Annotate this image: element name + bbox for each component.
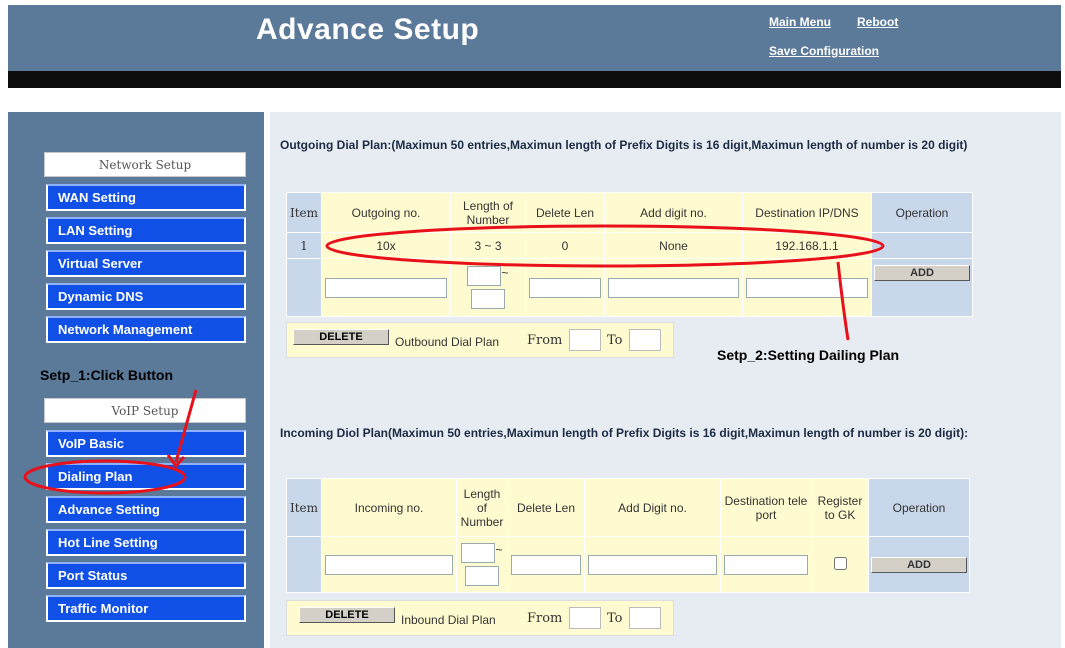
outgoing-header-operation: Operation — [871, 192, 973, 233]
outgoing-length-max-input[interactable] — [471, 289, 505, 309]
voip-setup-heading: VoIP Setup — [44, 398, 246, 423]
outbound-from-label: From — [527, 333, 563, 348]
step1-annotation: Setp_1:Click Button — [40, 367, 174, 383]
outgoing-add-digit-input[interactable] — [608, 277, 739, 298]
sidebar-item-lan-setting[interactable]: LAN Setting — [46, 217, 246, 244]
incoming-add-digit-input[interactable] — [588, 554, 717, 575]
main-content: Outgoing Dial Plan:(Maximun 50 entries,M… — [270, 112, 1061, 648]
inbound-dial-plan-label: Inbound Dial Plan — [401, 613, 496, 627]
outgoing-new-item — [286, 258, 322, 317]
inbound-delete-button[interactable]: DELETE — [299, 607, 395, 623]
incoming-header-item: Item — [286, 478, 322, 537]
incoming-add-button[interactable]: ADD — [871, 556, 967, 573]
outgoing-description: Outgoing Dial Plan:(Maximun 50 entries,M… — [280, 138, 968, 152]
incoming-length-max-input[interactable] — [465, 566, 499, 586]
outbound-from-input[interactable] — [569, 329, 601, 351]
outgoing-delete-len-input[interactable] — [529, 277, 601, 298]
sidebar-item-network-management[interactable]: Network Management — [46, 316, 246, 343]
outgoing-number-input[interactable] — [325, 277, 447, 298]
outgoing-row-number: 10x — [321, 232, 451, 259]
incoming-number-input[interactable] — [325, 554, 453, 575]
incoming-new-item — [286, 536, 322, 593]
incoming-new-add-cell — [584, 536, 721, 593]
outgoing-new-add-cell — [604, 258, 743, 317]
outbound-to-input[interactable] — [629, 329, 661, 351]
page-title: Advance Setup — [256, 13, 480, 46]
incoming-length-min-input[interactable] — [461, 543, 496, 563]
outgoing-header-number: Outgoing no. — [321, 192, 451, 233]
outgoing-new-operation-cell: ADD — [871, 258, 973, 317]
sidebar-item-port-status[interactable]: Port Status — [46, 562, 246, 589]
incoming-new-number-cell — [321, 536, 457, 593]
page-header: Advance Setup Main Menu Reboot Save Conf… — [8, 5, 1061, 71]
outgoing-row-delete-len: 0 — [525, 232, 605, 259]
incoming-header-destination: Destination tele port — [720, 478, 812, 537]
outbound-to-label: To — [607, 333, 623, 348]
outgoing-plan-table: Item Outgoing no. Length of Number Delet… — [286, 192, 973, 317]
tilde-separator: ~ — [501, 266, 509, 280]
inbound-to-input[interactable] — [629, 607, 661, 629]
sidebar-item-hot-line-setting[interactable]: Hot Line Setting — [46, 529, 246, 556]
incoming-header-add-digit: Add Digit no. — [584, 478, 721, 537]
outgoing-row-operation — [871, 232, 973, 259]
outgoing-add-button[interactable]: ADD — [874, 265, 970, 281]
sidebar-item-traffic-monitor[interactable]: Traffic Monitor — [46, 595, 246, 622]
incoming-description: Incoming Diol Plan(Maximun 50 entries,Ma… — [280, 426, 969, 440]
incoming-new-operation-cell: ADD — [868, 536, 970, 593]
outgoing-row-item: 1 — [286, 232, 322, 259]
sidebar-item-voip-basic[interactable]: VoIP Basic — [46, 430, 246, 457]
incoming-new-delete-cell — [507, 536, 585, 593]
outgoing-header-item: Item — [286, 192, 322, 233]
header-gap — [8, 88, 1061, 112]
incoming-new-destination-cell — [720, 536, 812, 593]
header-divider — [8, 71, 1061, 88]
outgoing-header-delete-len: Delete Len — [525, 192, 605, 233]
tilde-separator: ~ — [495, 543, 503, 557]
incoming-new-length-cell: ~ — [456, 536, 508, 593]
outgoing-new-number-cell — [321, 258, 451, 317]
outgoing-new-destination-cell — [742, 258, 872, 317]
sidebar-item-wan-setting[interactable]: WAN Setting — [46, 184, 246, 211]
outbound-dial-plan-label: Outbound Dial Plan — [395, 335, 500, 349]
outgoing-destination-input[interactable] — [746, 277, 868, 298]
outgoing-length-min-input[interactable] — [467, 266, 502, 286]
inbound-from-input[interactable] — [569, 607, 601, 629]
incoming-header-operation: Operation — [868, 478, 970, 537]
outgoing-header-destination: Destination IP/DNS — [742, 192, 872, 233]
sidebar-item-dialing-plan[interactable]: Dialing Plan — [46, 463, 246, 490]
reboot-link[interactable]: Reboot — [857, 15, 898, 29]
table-row: 1 10x 3 ~ 3 0 None 192.168.1.1 — [286, 232, 973, 259]
outgoing-row-add-digit: None — [604, 232, 743, 259]
inbound-to-label: To — [607, 611, 623, 626]
outgoing-new-length-cell: ~ — [450, 258, 526, 317]
incoming-header-register: Register to GK — [811, 478, 869, 537]
step2-annotation: Setp_2:Setting Dailing Plan — [717, 347, 900, 363]
incoming-destination-input[interactable] — [724, 554, 808, 575]
table-row: ~ ADD — [286, 258, 973, 317]
inbound-delete-bar: DELETE Inbound Dial Plan From To — [286, 600, 674, 636]
table-row: ~ ADD — [286, 536, 970, 593]
incoming-header-number: Incoming no. — [321, 478, 457, 537]
sidebar-item-dynamic-dns[interactable]: Dynamic DNS — [46, 283, 246, 310]
outgoing-row-destination: 192.168.1.1 — [742, 232, 872, 259]
incoming-header-delete-len: Delete Len — [507, 478, 585, 537]
main-menu-link[interactable]: Main Menu — [769, 15, 831, 29]
save-configuration-link[interactable]: Save Configuration — [769, 44, 879, 58]
incoming-new-register-cell — [811, 536, 869, 593]
outbound-delete-button[interactable]: DELETE — [293, 329, 389, 345]
outgoing-header-add-digit: Add digit no. — [604, 192, 743, 233]
outgoing-header-length: Length of Number — [450, 192, 526, 233]
inbound-from-label: From — [527, 611, 563, 626]
outbound-delete-bar: DELETE Outbound Dial Plan From To — [286, 322, 674, 358]
sidebar-item-advance-setting[interactable]: Advance Setting — [46, 496, 246, 523]
register-to-gk-checkbox[interactable] — [833, 556, 847, 570]
sidebar-item-virtual-server[interactable]: Virtual Server — [46, 250, 246, 277]
outgoing-row-length: 3 ~ 3 — [450, 232, 526, 259]
incoming-plan-table: Item Incoming no. Length of Number Delet… — [286, 478, 970, 593]
incoming-header-length: Length of Number — [456, 478, 508, 537]
network-setup-heading: Network Setup — [44, 152, 246, 177]
incoming-delete-len-input[interactable] — [511, 554, 581, 575]
outgoing-new-delete-cell — [525, 258, 605, 317]
